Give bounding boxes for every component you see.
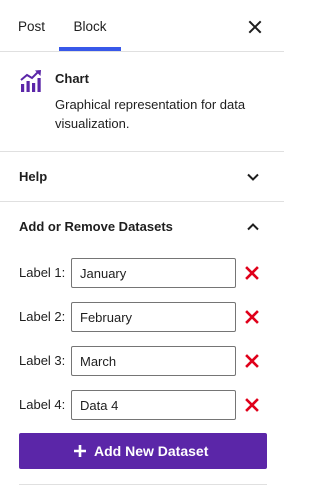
active-tab-indicator (59, 47, 121, 51)
dataset-label: Label 4: (19, 397, 66, 412)
close-icon (248, 20, 262, 34)
dataset-input[interactable] (71, 258, 236, 288)
close-button[interactable] (244, 16, 266, 38)
datasets-panel-toggle[interactable]: Add or Remove Datasets (0, 202, 284, 252)
add-dataset-button[interactable]: Add New Dataset (19, 433, 267, 469)
add-dataset-label: Add New Dataset (94, 443, 209, 459)
remove-icon[interactable] (244, 309, 260, 325)
divider (19, 484, 267, 485)
dataset-input[interactable] (71, 302, 236, 332)
dataset-input[interactable] (71, 346, 236, 376)
tab-block[interactable]: Block (59, 0, 121, 51)
remove-icon[interactable] (244, 353, 260, 369)
block-title: Chart (55, 71, 89, 86)
dataset-row: Label 1: (0, 258, 284, 288)
dataset-label: Label 3: (19, 353, 66, 368)
chart-icon (20, 70, 41, 92)
dataset-input[interactable] (71, 390, 236, 420)
plus-icon (74, 445, 86, 457)
dataset-label: Label 1: (19, 265, 66, 280)
dataset-row: Label 2: (0, 302, 284, 332)
chevron-up-icon (247, 223, 259, 231)
remove-icon[interactable] (244, 397, 260, 413)
dataset-row: Label 3: (0, 346, 284, 376)
help-panel-toggle[interactable]: Help (0, 152, 284, 202)
block-card: Chart Graphical representation for data … (0, 52, 284, 152)
tab-post[interactable]: Post (18, 0, 45, 51)
remove-icon[interactable] (244, 265, 260, 281)
sidebar-tabs: Post Block (0, 0, 284, 52)
dataset-row: Label 4: (0, 390, 284, 420)
help-panel-title: Help (19, 169, 48, 184)
datasets-panel-title: Add or Remove Datasets (19, 219, 173, 234)
dataset-label: Label 2: (19, 309, 66, 324)
block-description: Graphical representation for data visual… (55, 97, 246, 131)
chevron-down-icon (247, 173, 259, 181)
